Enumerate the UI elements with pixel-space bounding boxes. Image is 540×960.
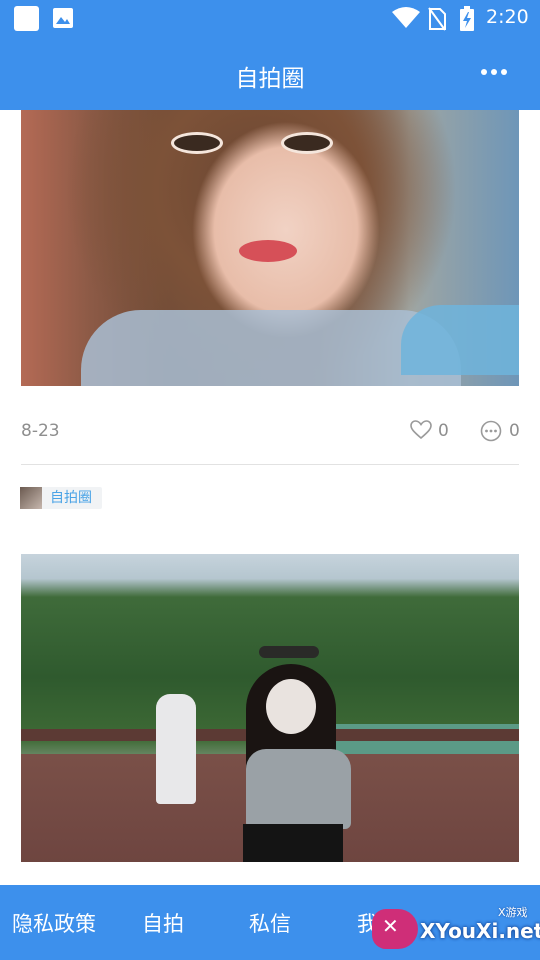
divider — [21, 464, 519, 465]
more-horizontal-icon[interactable] — [480, 67, 508, 77]
wifi-icon — [392, 7, 420, 28]
status-bar: 2:20 — [0, 0, 540, 37]
image-icon — [53, 8, 73, 28]
comment-icon[interactable] — [480, 420, 502, 442]
heart-icon[interactable] — [410, 420, 432, 440]
comment-count: 0 — [509, 421, 520, 441]
status-time: 2:20 — [486, 6, 529, 28]
battery-charging-icon — [460, 6, 474, 31]
feed[interactable]: 8-23 0 0 自拍圈 — [0, 110, 540, 885]
post-date: 8-23 — [21, 421, 60, 441]
avatar — [20, 487, 42, 509]
post-meta: 8-23 0 0 — [21, 419, 520, 443]
watermark-brand: XYouXi.net — [420, 919, 540, 943]
like-count: 0 — [438, 421, 449, 441]
post-photo[interactable] — [21, 110, 519, 386]
app-square-icon — [14, 6, 39, 31]
nav-item-messages[interactable]: 私信 — [249, 908, 291, 938]
nav-item-privacy-policy[interactable]: 隐私政策 — [12, 908, 96, 938]
no-sim-icon — [428, 7, 446, 31]
app-bar: 自拍圈 — [0, 37, 540, 110]
watermark-sub: X游戏 — [498, 906, 528, 919]
post-photo[interactable] — [21, 554, 519, 862]
watermark: ✕ XYouXi.net X游戏 — [370, 903, 540, 960]
topic-tag[interactable]: 自拍圈 — [20, 487, 102, 509]
topic-tag-label: 自拍圈 — [50, 490, 92, 506]
page-title: 自拍圈 — [235, 66, 305, 92]
nav-item-selfie[interactable]: 自拍 — [142, 908, 184, 938]
